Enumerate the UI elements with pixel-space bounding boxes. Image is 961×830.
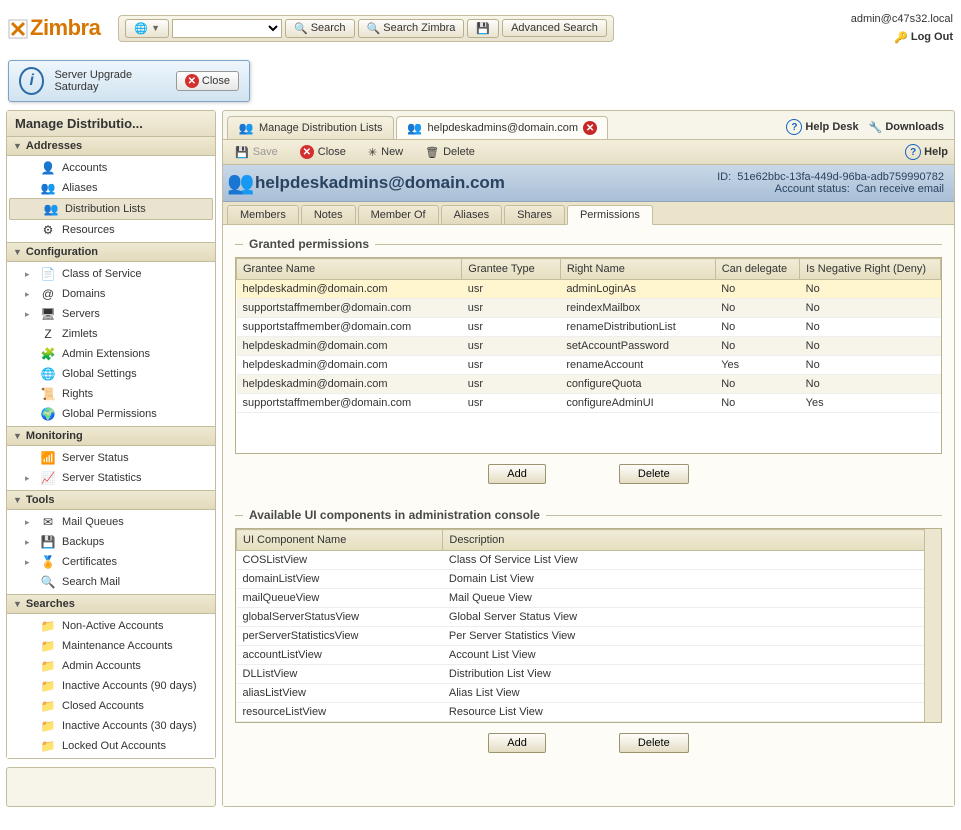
sidebar-item[interactable]: 👥Distribution Lists <box>9 198 213 220</box>
new-button[interactable]: ✳ New <box>362 144 409 161</box>
tab-close-icon[interactable]: ✕ <box>583 121 597 135</box>
help-button[interactable]: ? Help <box>905 144 948 160</box>
granted-permissions-table: Grantee NameGrantee TypeRight NameCan de… <box>235 257 942 454</box>
table-row[interactable]: domainListViewDomain List View <box>237 570 925 589</box>
scrollbar[interactable] <box>924 529 941 722</box>
sidebar-item[interactable]: ⚙Resources <box>7 220 215 240</box>
tab[interactable]: 👥Manage Distribution Lists <box>227 116 394 139</box>
table-row[interactable]: helpdeskadmin@domain.comusradminLoginAsN… <box>237 280 941 299</box>
sidebar-item[interactable]: ▸✉Mail Queues <box>7 512 215 532</box>
sidebar-group[interactable]: ▼ Searches <box>7 594 215 614</box>
sidebar-item[interactable]: 📁Maintenance Accounts <box>7 636 215 656</box>
ui-components-table: UI Component NameDescription COSListView… <box>235 528 942 723</box>
table-row[interactable]: DLListViewDistribution List View <box>237 665 925 684</box>
search-toolbar: 🌐 ▼ 🔍 Search 🔍 Search Zimbra 💾 Advanced … <box>118 15 614 42</box>
sidebar-item[interactable]: 👤Accounts <box>7 158 215 178</box>
sidebar-item[interactable]: 📶Server Status <box>7 448 215 468</box>
sidebar-item[interactable]: 📁Inactive Accounts (30 days) <box>7 716 215 736</box>
logout-link[interactable]: 🔑 Log Out <box>894 31 953 44</box>
sidebar-item[interactable]: ▸📈Server Statistics <box>7 468 215 488</box>
sidebar-group[interactable]: ▼ Configuration <box>7 242 215 262</box>
account-status: Can receive email <box>856 183 944 195</box>
table-row[interactable]: COSListViewClass Of Service List View <box>237 551 925 570</box>
delete-button[interactable]: 🗑 Delete <box>419 144 481 161</box>
table-row[interactable]: supportstaffmember@domain.comusrreindexM… <box>237 299 941 318</box>
table-row[interactable]: aliasListViewAlias List View <box>237 684 925 703</box>
sidebar-item[interactable]: 📁Non-Active Accounts <box>7 616 215 636</box>
page-title: helpdeskadmins@domain.com <box>255 173 505 193</box>
column-header[interactable]: Can delegate <box>715 259 799 280</box>
current-user: admin@c47s32.local <box>851 13 953 25</box>
save-button[interactable]: 💾 Save <box>229 144 284 161</box>
sidebar-item[interactable]: ZZimlets <box>7 324 215 344</box>
search-button[interactable]: 🔍 Search <box>285 19 355 38</box>
sidebar-item[interactable]: ▸🏅Certificates <box>7 552 215 572</box>
sidebar-item[interactable]: ▸🖥Servers <box>7 304 215 324</box>
logo: Zimbra <box>8 15 100 41</box>
sidebar-item[interactable]: 🔍Search Mail <box>7 572 215 592</box>
search-zimbra-button[interactable]: 🔍 Search Zimbra <box>358 19 465 38</box>
advanced-search-button[interactable]: Advanced Search <box>502 19 607 37</box>
tab[interactable]: 👥helpdeskadmins@domain.com✕ <box>396 116 609 139</box>
sidebar-item[interactable]: 🌐Global Settings <box>7 364 215 384</box>
column-header[interactable]: Is Negative Right (Deny) <box>800 259 941 280</box>
sidebar-title: Manage Distributio... <box>7 111 215 137</box>
scope-dropdown[interactable]: 🌐 ▼ <box>125 19 169 38</box>
sidebar-item[interactable]: ▸💾Backups <box>7 532 215 552</box>
sidebar-item[interactable]: 📜Rights <box>7 384 215 404</box>
subtab[interactable]: Members <box>227 205 299 224</box>
sidebar-item[interactable]: 📁Admin Accounts <box>7 656 215 676</box>
close-button[interactable]: ✕ Close <box>294 143 352 161</box>
downloads-link[interactable]: 🔧 Downloads <box>869 119 944 135</box>
subtab[interactable]: Member Of <box>358 205 439 224</box>
sidebar-group[interactable]: ▼ Addresses <box>7 137 215 156</box>
sidebar-group[interactable]: ▼ Monitoring <box>7 426 215 446</box>
column-header[interactable]: Grantee Name <box>237 259 462 280</box>
search-select[interactable] <box>172 19 282 38</box>
table-row[interactable]: helpdeskadmin@domain.comusrsetAccountPas… <box>237 337 941 356</box>
ui-components-legend: Available UI components in administratio… <box>235 508 942 522</box>
sidebar-item[interactable]: 🌍Global Permissions <box>7 404 215 424</box>
sidebar-item[interactable]: ▸@Domains <box>7 284 215 304</box>
sidebar-item[interactable]: 📁Locked Out Accounts <box>7 736 215 756</box>
table-row[interactable]: globalServerStatusViewGlobal Server Stat… <box>237 608 925 627</box>
sidebar-item[interactable]: 🧩Admin Extensions <box>7 344 215 364</box>
ui-add-button[interactable]: Add <box>488 733 546 753</box>
object-id: 51e62bbc-13fa-449d-96ba-adb759990782 <box>737 171 944 183</box>
subtab[interactable]: Aliases <box>441 205 502 224</box>
help-desk-link[interactable]: ? Help Desk <box>786 119 858 135</box>
save-search-button[interactable]: 💾 <box>467 19 499 38</box>
sidebar-item[interactable]: 👥Aliases <box>7 178 215 198</box>
sidebar-empty-panel <box>6 767 216 807</box>
table-row[interactable]: helpdeskadmin@domain.comusrrenameAccount… <box>237 356 941 375</box>
subtab[interactable]: Permissions <box>567 205 653 225</box>
notice-banner: i Server Upgrade Saturday ✕ Close <box>8 60 250 102</box>
perm-add-button[interactable]: Add <box>488 464 546 484</box>
sidebar-item[interactable]: 📁Inactive Accounts (90 days) <box>7 676 215 696</box>
column-header[interactable]: UI Component Name <box>237 530 443 551</box>
notice-text: Server Upgrade Saturday <box>54 69 165 93</box>
table-row[interactable]: supportstaffmember@domain.comusrrenameDi… <box>237 318 941 337</box>
column-header[interactable]: Grantee Type <box>462 259 561 280</box>
table-row[interactable]: mailQueueViewMail Queue View <box>237 589 925 608</box>
notice-close-button[interactable]: ✕ Close <box>176 71 239 91</box>
column-header[interactable]: Right Name <box>560 259 715 280</box>
granted-permissions-legend: Granted permissions <box>235 237 942 251</box>
sidebar-item[interactable]: 📁Closed Accounts <box>7 696 215 716</box>
table-row[interactable]: supportstaffmember@domain.comusrconfigur… <box>237 394 941 413</box>
column-header[interactable]: Description <box>443 530 925 551</box>
table-row[interactable]: helpdeskadmin@domain.comusrconfigureQuot… <box>237 375 941 394</box>
subtab[interactable]: Shares <box>504 205 565 224</box>
distlist-icon: 👥 <box>233 175 249 191</box>
table-row[interactable]: resourceListViewResource List View <box>237 703 925 722</box>
sidebar-item[interactable]: ▸📄Class of Service <box>7 264 215 284</box>
perm-delete-button[interactable]: Delete <box>619 464 689 484</box>
subtab[interactable]: Notes <box>301 205 356 224</box>
info-icon: i <box>19 67 44 95</box>
ui-delete-button[interactable]: Delete <box>619 733 689 753</box>
table-row[interactable]: perServerStatisticsViewPer Server Statis… <box>237 627 925 646</box>
table-row[interactable]: accountListViewAccount List View <box>237 646 925 665</box>
sidebar-group[interactable]: ▼ Tools <box>7 490 215 510</box>
